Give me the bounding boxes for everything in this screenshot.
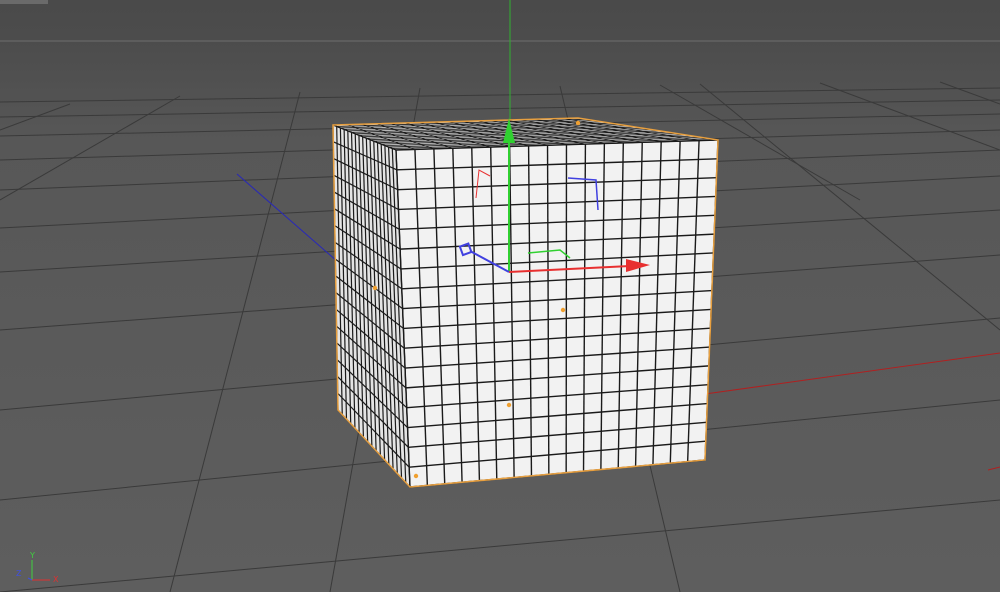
world-x-axis-far-line (987, 466, 1000, 471)
world-x-axis-line (704, 352, 1000, 395)
point-marker (560, 307, 566, 313)
scene-canvas[interactable] (0, 0, 1000, 592)
triad-z-label: Z (16, 569, 22, 578)
axis-orientation-triad: Y X Z (16, 551, 59, 584)
grid-line (699, 83, 1000, 331)
point-marker (372, 285, 378, 291)
grid-line (819, 82, 1000, 151)
world-z-axis-line (236, 173, 339, 263)
grid-line (0, 499, 1000, 592)
grid-line (169, 91, 301, 592)
triad-y-label: Y (29, 551, 35, 560)
point-marker (575, 120, 581, 126)
triad-z-axis (27, 577, 33, 581)
point-marker (506, 402, 512, 408)
cube-object[interactable] (332, 117, 719, 489)
grid-line (0, 87, 1000, 103)
point-marker (413, 473, 419, 479)
triad-x-label: X (53, 575, 59, 584)
grid-line (0, 95, 181, 201)
grid-line (0, 99, 1000, 118)
3d-viewport[interactable]: Y X Z (0, 0, 1000, 592)
